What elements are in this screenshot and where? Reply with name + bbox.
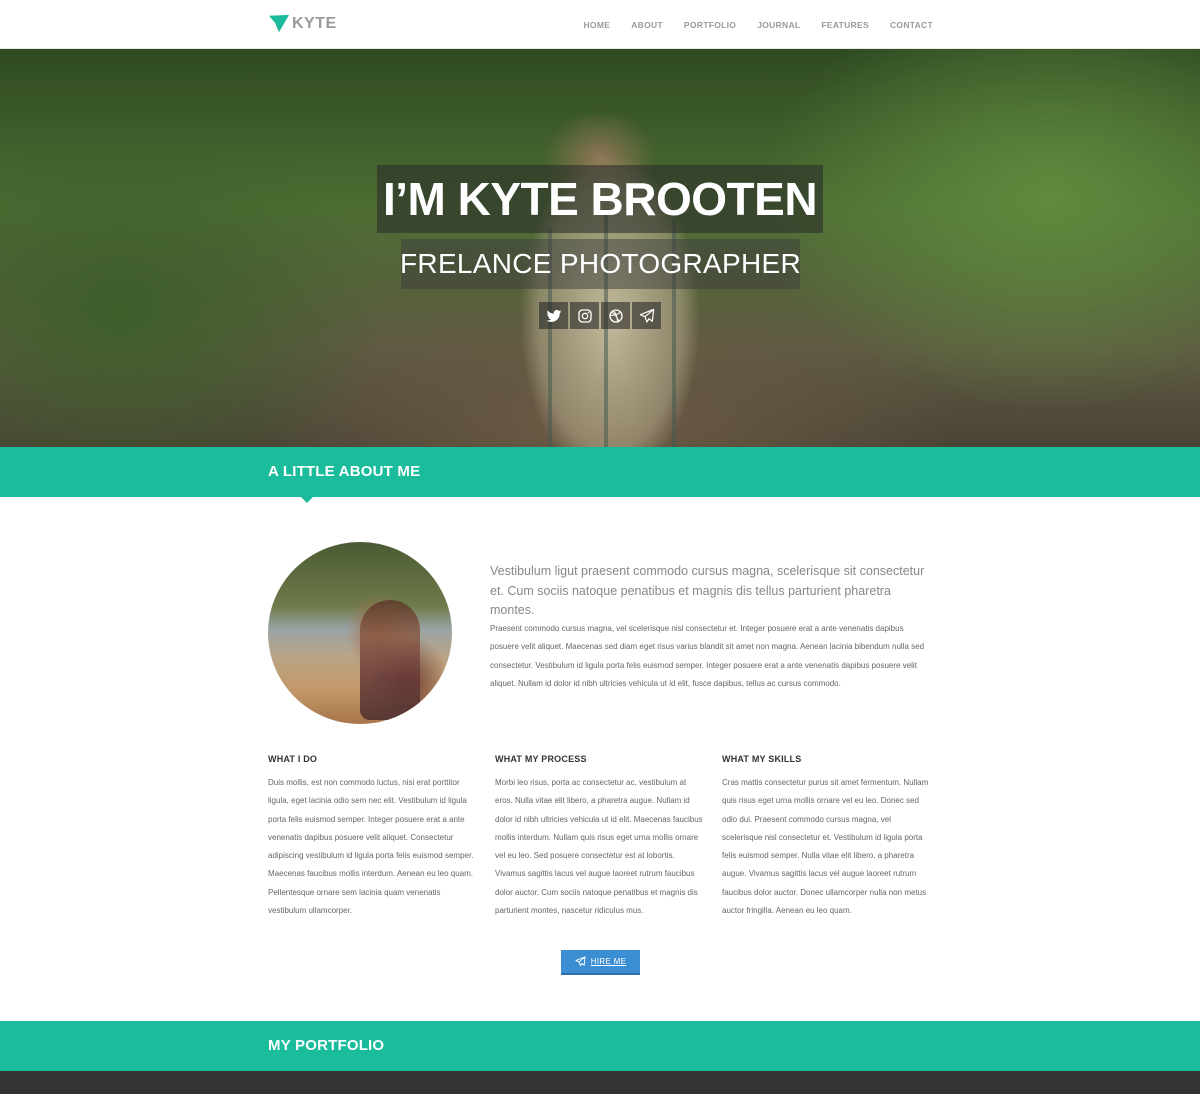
avatar-person <box>360 600 420 720</box>
paper-plane-icon <box>575 956 586 967</box>
bar-notch <box>301 497 313 503</box>
telegram-link[interactable] <box>632 302 661 329</box>
hero-title: I’M KYTE BROOTEN <box>382 173 818 225</box>
hero-title-box: I’M KYTE BROOTEN <box>377 165 823 233</box>
nav-contact[interactable]: CONTACT <box>890 20 933 30</box>
nav-about[interactable]: ABOUT <box>631 20 663 30</box>
social-links <box>539 302 661 329</box>
column-title: WHAT I DO <box>268 754 318 764</box>
hero-subtitle: FRELANCE PHOTOGRAPHER <box>400 248 801 279</box>
column-text: Cras mattis consectetur purus sit amet f… <box>722 778 929 916</box>
avatar <box>268 542 452 724</box>
about-body: Praesent commodo cursus magna, vel scele… <box>490 624 925 688</box>
column-what-my-skills: WHAT MY SKILLS Cras mattis consectetur p… <box>722 754 932 920</box>
column-what-my-process: WHAT MY PROCESS Morbi leo risus, porta a… <box>495 754 705 920</box>
column-text: Duis mollis, est non commodo luctus, nis… <box>268 778 474 916</box>
twitter-icon <box>546 309 561 322</box>
main-nav: HOME ABOUT PORTFOLIO JOURNAL FEATURES CO… <box>562 0 933 49</box>
hire-me-label: HIRE ME <box>590 957 627 966</box>
column-text: Morbi leo risus, porta ac consectetur ac… <box>495 778 703 916</box>
twitter-link[interactable] <box>539 302 568 329</box>
logo-text: KYTE <box>292 15 337 32</box>
paper-plane-icon <box>639 308 654 323</box>
nav-features[interactable]: FEATURES <box>821 20 869 30</box>
dribbble-icon <box>608 308 623 323</box>
logo[interactable]: KYTE <box>268 12 337 36</box>
hero-banner: I’M KYTE BROOTEN FRELANCE PHOTOGRAPHER <box>0 49 1200 447</box>
column-title: WHAT MY PROCESS <box>495 754 587 764</box>
instagram-icon <box>577 308 592 323</box>
site-header: KYTE HOME ABOUT PORTFOLIO JOURNAL FEATUR… <box>0 0 1200 49</box>
about-section-bar: A LITTLE ABOUT ME <box>0 447 1200 503</box>
portfolio-section-title: MY PORTFOLIO <box>268 1037 385 1054</box>
portfolio-area <box>0 1071 1200 1094</box>
about-lead: Vestibulum ligut praesent commodo cursus… <box>490 564 925 617</box>
paper-plane-logo-icon <box>268 14 290 33</box>
nav-home[interactable]: HOME <box>583 20 610 30</box>
nav-journal[interactable]: JOURNAL <box>757 20 800 30</box>
column-what-i-do: WHAT I DO Duis mollis, est non commodo l… <box>268 754 478 920</box>
hire-me-button[interactable]: HIRE ME <box>561 950 640 975</box>
about-section-title: A LITTLE ABOUT ME <box>268 463 421 480</box>
nav-portfolio[interactable]: PORTFOLIO <box>684 20 736 30</box>
hero-subtitle-box: FRELANCE PHOTOGRAPHER <box>400 239 801 289</box>
dribbble-link[interactable] <box>601 302 630 329</box>
column-title: WHAT MY SKILLS <box>722 754 802 764</box>
instagram-link[interactable] <box>570 302 599 329</box>
portfolio-section-bar: MY PORTFOLIO <box>0 1021 1200 1077</box>
